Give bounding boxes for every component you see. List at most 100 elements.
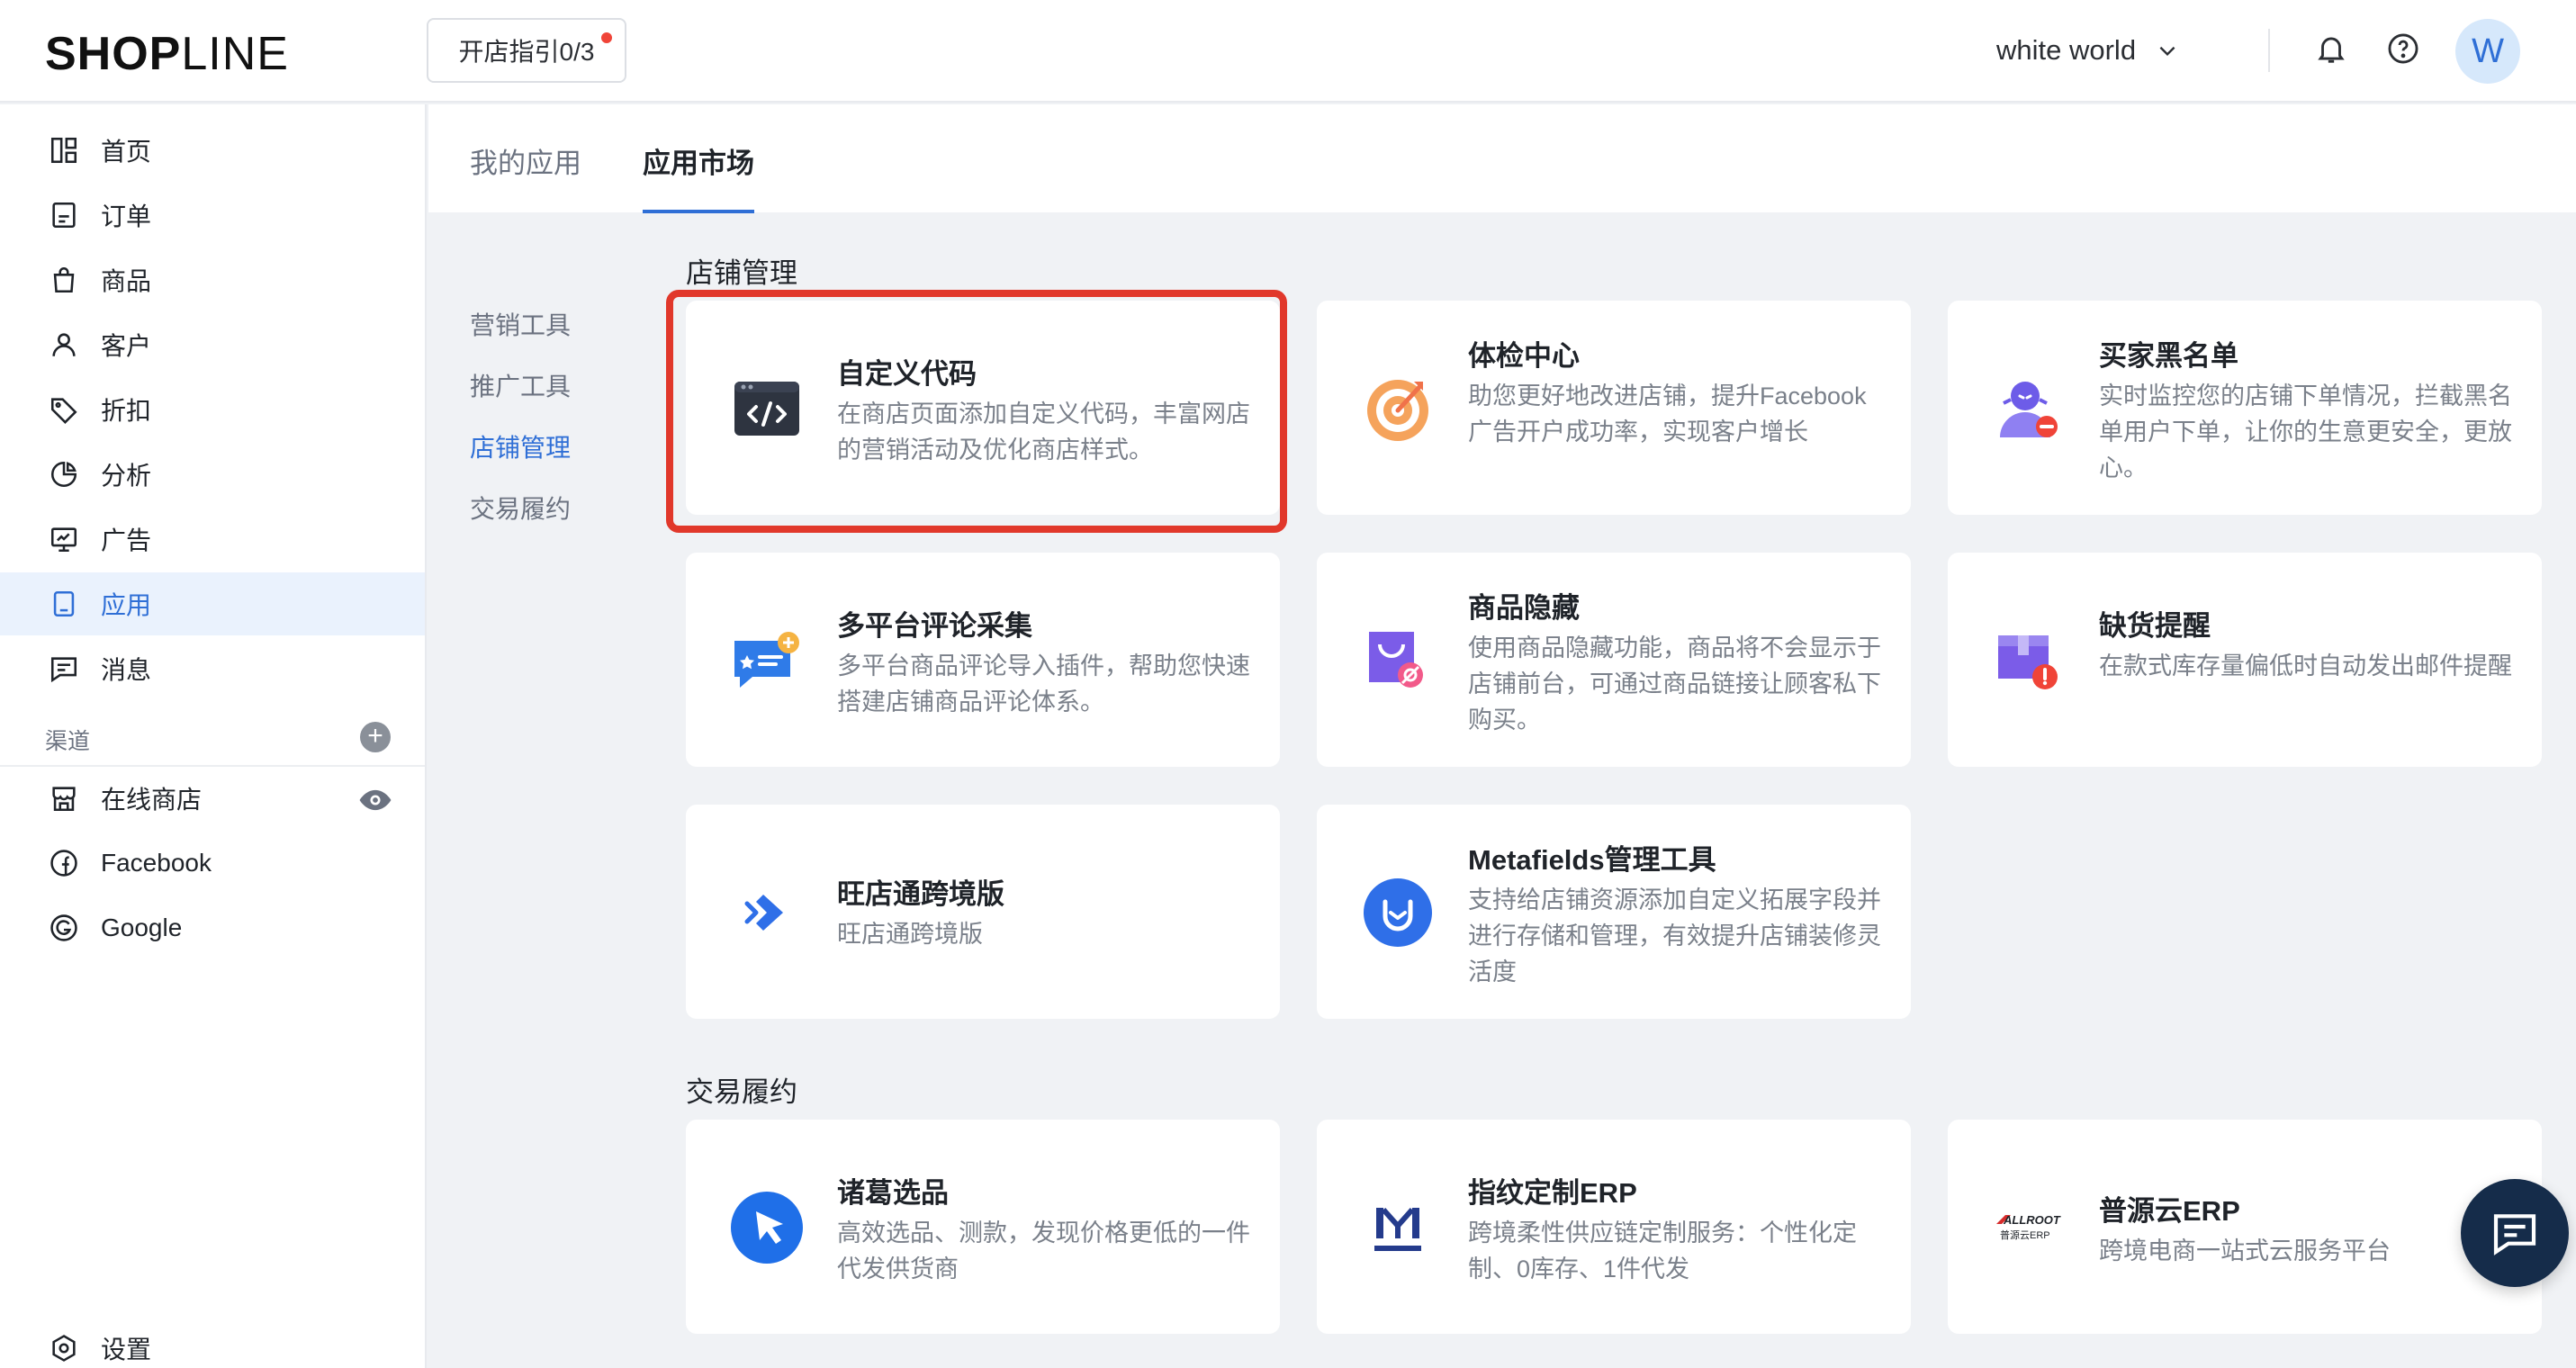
app-card-description: 实时监控您的店铺下单情况，拦截黑名单用户下单，让你的生意更安全，更放心。 xyxy=(2099,382,2512,482)
header-divider xyxy=(2268,29,2270,72)
user-icon xyxy=(52,333,76,356)
app-card-title: 普源云ERP xyxy=(2099,1195,2240,1227)
sidebar-item-ads[interactable]: 广告 xyxy=(0,508,425,571)
tab-app-market[interactable]: 应用市场 xyxy=(643,140,754,213)
app-card-title: 商品隐藏 xyxy=(1468,592,1580,624)
target-icon xyxy=(1367,380,1428,441)
app-card-description: 跨境电商一站式云服务平台 xyxy=(2099,1238,2391,1264)
metafields-icon xyxy=(1364,878,1432,947)
shopline-logo[interactable]: SHOPLINE xyxy=(45,27,289,81)
app-card-zhuge[interactable]: 诸葛选品 高效选品、测款，发现价格更低的一件代发供货商 xyxy=(686,1120,1280,1334)
app-card-description: 多平台商品评论导入插件，帮助您快速搭建店铺商品评论体系。 xyxy=(837,652,1250,716)
sidebar-item-apps[interactable]: 应用 xyxy=(0,572,425,635)
sidebar-item-products[interactable]: 商品 xyxy=(0,248,425,311)
help-icon[interactable] xyxy=(2382,27,2425,70)
cursor-logo-icon xyxy=(731,1192,803,1264)
subnav-store-management[interactable]: 店铺管理 xyxy=(470,428,571,464)
allroot-logo-icon: ALLROOT 普源云ERP xyxy=(1996,1213,2061,1241)
eye-icon[interactable] xyxy=(358,783,392,817)
store-setup-guide-button[interactable]: 开店指引0/3 xyxy=(427,18,626,83)
store-switcher[interactable]: white world xyxy=(1996,27,2179,74)
selection-highlight-box xyxy=(666,290,1287,533)
app-card-stock-alert[interactable]: 缺货提醒 在款式库存量偏低时自动发出邮件提醒 xyxy=(1948,553,2542,767)
section-title-store-management: 店铺管理 xyxy=(686,257,797,289)
app-card-wangdiantong[interactable]: 旺店通跨境版 旺店通跨境版 xyxy=(686,805,1280,1019)
custom-logo-icon xyxy=(1374,1208,1421,1251)
app-card-title: 诸葛选品 xyxy=(837,1177,949,1209)
blacklist-user-icon xyxy=(2000,382,2058,437)
sidebar-item-messages[interactable]: 消息 xyxy=(0,637,425,700)
app-card-title: Metafields管理工具 xyxy=(1468,844,1716,876)
notification-dot xyxy=(601,32,612,43)
sidebar-item-label: Facebook xyxy=(101,849,212,877)
google-icon xyxy=(50,914,77,941)
app-card-buyer-blacklist[interactable]: 买家黑名单 实时监控您的店铺下单情况，拦截黑名单用户下单，让你的生意更安全，更放… xyxy=(1948,301,2542,515)
arrow-logo-icon xyxy=(744,895,783,931)
sidebar-item-label: Google xyxy=(101,914,183,941)
sidebar-item-settings[interactable]: 设置 xyxy=(0,1330,425,1366)
channel-section-label: 渠道 xyxy=(45,729,91,754)
sidebar-item-label: 商品 xyxy=(101,267,152,295)
section-title-fulfillment: 交易履约 xyxy=(686,1076,797,1108)
app-card-fingerprint-erp[interactable]: 指纹定制ERP 跨境柔性供应链定制服务：个性化定制、0库存、1件代发 xyxy=(1317,1120,1911,1334)
app-card-title: 体检中心 xyxy=(1468,340,1580,372)
app-icon xyxy=(53,590,75,617)
sidebar-item-orders[interactable]: 订单 xyxy=(0,184,425,247)
bell-icon[interactable] xyxy=(2310,27,2353,70)
svg-text:普源云ERP: 普源云ERP xyxy=(2000,1228,2050,1241)
gear-icon xyxy=(52,1335,76,1362)
sidebar-item-analytics[interactable]: 分析 xyxy=(0,443,425,506)
app-card-title: 指纹定制ERP xyxy=(1468,1177,1637,1209)
app-card-multi-platform-reviews[interactable]: 多平台评论采集 多平台商品评论导入插件，帮助您快速搭建店铺商品评论体系。 xyxy=(686,553,1280,767)
avatar[interactable]: W xyxy=(2455,19,2520,84)
top-header: SHOPLINE 开店指引0/3 white world W xyxy=(0,0,2576,103)
facebook-icon xyxy=(50,850,77,877)
sidebar-item-label: 设置 xyxy=(101,1336,152,1364)
app-card-product-hide[interactable]: 商品隐藏 使用商品隐藏功能，商品将不会显示于店铺前台，可通过商品链接让顾客私下购… xyxy=(1317,553,1911,767)
sidebar-item-label: 订单 xyxy=(101,202,152,230)
sidebar-item-customers[interactable]: 客户 xyxy=(0,313,425,376)
app-card-health-check[interactable]: 体检中心 助您更好地改进店铺，提升Facebook广告开户成功率，实现客户增长 xyxy=(1317,301,1911,515)
app-card-description: 在款式库存量偏低时自动发出邮件提醒 xyxy=(2099,652,2512,680)
pie-chart-icon xyxy=(50,461,77,488)
sidebar-item-label: 应用 xyxy=(101,591,152,619)
sidebar-item-label: 分析 xyxy=(101,462,152,490)
store-icon xyxy=(52,787,76,812)
sidebar-item-home[interactable]: 首页 xyxy=(0,119,425,182)
subnav-promotion-tools[interactable]: 推广工具 xyxy=(470,367,571,403)
add-channel-icon[interactable]: + xyxy=(360,722,391,752)
sidebar-item-facebook[interactable]: Facebook xyxy=(0,832,425,895)
sidebar-item-discounts[interactable]: 折扣 xyxy=(0,378,425,441)
order-icon xyxy=(52,202,76,229)
sidebar-item-google[interactable]: Google xyxy=(0,896,425,959)
sidebar-item-label: 消息 xyxy=(101,656,152,684)
app-card-metafields[interactable]: Metafields管理工具 支持给店铺资源添加自定义拓展字段并进行存储和管理，… xyxy=(1317,805,1911,1019)
sidebar-item-label: 首页 xyxy=(101,138,152,166)
tab-my-apps[interactable]: 我的应用 xyxy=(470,140,581,210)
subnav-marketing-tools[interactable]: 营销工具 xyxy=(470,306,571,342)
dashboard-icon xyxy=(50,137,77,164)
app-tabs-bar: 我的应用 应用市场 xyxy=(428,104,2576,213)
subnav-fulfillment[interactable]: 交易履约 xyxy=(470,490,571,526)
message-icon xyxy=(50,657,77,683)
svg-text:ALLROOT: ALLROOT xyxy=(2003,1213,2061,1227)
monitor-icon xyxy=(50,527,77,553)
app-card-description: 支持给店铺资源添加自定义拓展字段并进行存储和管理，有效提升店铺装修灵活度 xyxy=(1468,886,1881,986)
chat-icon xyxy=(2493,1214,2536,1256)
app-card-description: 高效选品、测款，发现价格更低的一件代发供货商 xyxy=(837,1220,1250,1282)
app-card-description: 跨境柔性供应链定制服务：个性化定制、0库存、1件代发 xyxy=(1468,1220,1857,1282)
stock-alert-icon xyxy=(1998,635,2058,689)
hidden-bag-icon xyxy=(1369,632,1423,688)
bag-icon xyxy=(53,266,75,293)
sidebar: 首页 订单 商品 客户 折扣 分析 广告 应用 消息 渠道 + 在线商店 Fac… xyxy=(0,104,427,1368)
review-chat-icon xyxy=(734,632,799,688)
app-card-allroot-erp[interactable]: ALLROOT 普源云ERP 普源云ERP 跨境电商一站式云服务平台 xyxy=(1948,1120,2542,1334)
app-card-description: 使用商品隐藏功能，商品将不会显示于店铺前台，可通过商品链接让顾客私下购买。 xyxy=(1468,634,1881,734)
chevron-down-icon xyxy=(2159,46,2175,57)
sidebar-item-label: 客户 xyxy=(101,332,152,360)
store-name: white world xyxy=(1996,34,2137,66)
app-card-description: 旺店通跨境版 xyxy=(837,921,983,948)
app-card-title: 旺店通跨境版 xyxy=(837,878,1004,910)
sidebar-item-label: 折扣 xyxy=(101,397,152,425)
chat-support-button[interactable] xyxy=(2461,1179,2569,1287)
